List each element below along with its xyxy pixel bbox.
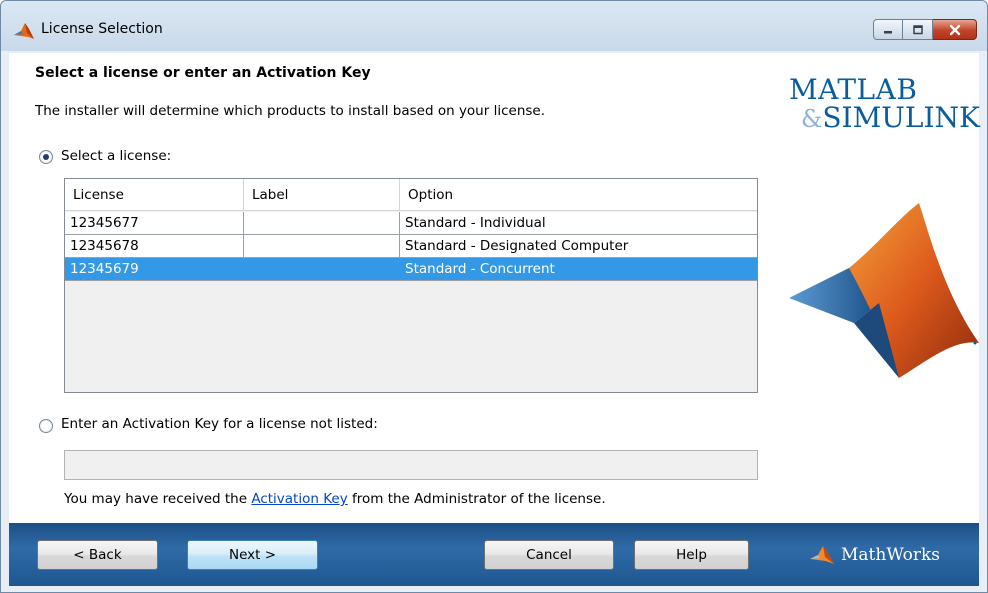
label-cell	[244, 258, 400, 280]
license-cell: 12345679	[65, 258, 244, 280]
radio-selected-dot	[43, 154, 49, 160]
minimize-button[interactable]	[873, 19, 903, 40]
option-cell: Standard - Designated Computer	[405, 238, 629, 254]
select-license-radio[interactable]	[39, 150, 53, 164]
close-button[interactable]	[933, 19, 977, 40]
license-selection-window: License Selection Select a license or en…	[0, 0, 988, 593]
column-header-option[interactable]: Option	[400, 179, 757, 211]
cancel-button[interactable]: Cancel	[484, 540, 614, 570]
table-row[interactable]: 12345677 Standard - Individual	[65, 212, 757, 235]
license-table[interactable]: License Label Option 12345677 Standard -…	[64, 178, 758, 393]
table-row-selected[interactable]: 12345679 Standard - Concurrent	[65, 258, 757, 281]
title-bar[interactable]: License Selection	[1, 1, 987, 51]
activation-key-radio[interactable]	[39, 419, 53, 433]
note-text-after: from the Administrator of the license.	[351, 491, 606, 507]
minimize-icon	[884, 30, 892, 33]
column-header-license[interactable]: License	[65, 179, 244, 211]
select-license-label[interactable]: Select a license:	[61, 148, 171, 164]
maximize-icon	[912, 24, 923, 34]
option-cell: Standard - Concurrent	[405, 261, 555, 277]
label-cell	[244, 212, 400, 234]
button-bar: < Back Next > Cancel Help MathWorks	[9, 523, 979, 586]
activation-key-label[interactable]: Enter an Activation Key for a license no…	[61, 416, 378, 432]
table-row[interactable]: 12345678 Standard - Designated Computer	[65, 235, 757, 258]
window-title: License Selection	[41, 21, 163, 37]
page-heading: Select a license or enter an Activation …	[35, 65, 371, 81]
matlab-logo-icon	[14, 23, 34, 39]
logo-simulink-text: SIMULINK	[822, 101, 980, 134]
window-controls	[873, 19, 977, 41]
back-button[interactable]: < Back	[37, 540, 158, 570]
logo-ampersand: &	[801, 105, 823, 133]
maximize-button[interactable]	[903, 19, 933, 40]
mathworks-membrane-icon	[810, 546, 834, 564]
logo-simulink-line: &SIMULINK	[789, 104, 980, 133]
license-cell: 12345678	[65, 235, 244, 257]
activation-key-note: You may have received the Activation Key…	[64, 491, 606, 507]
option-cell: Standard - Individual	[405, 215, 546, 231]
column-header-label[interactable]: Label	[244, 179, 400, 211]
table-header: License Label Option	[65, 179, 757, 211]
close-icon	[949, 24, 960, 35]
matlab-membrane-logo-icon	[789, 203, 979, 378]
page-description: The installer will determine which produ…	[35, 103, 546, 119]
note-text-before: You may have received the	[64, 491, 248, 507]
activation-key-input[interactable]	[64, 450, 758, 480]
mathworks-brand-text: MathWorks	[841, 545, 941, 565]
license-cell: 12345677	[65, 212, 244, 234]
next-button[interactable]: Next >	[187, 540, 318, 570]
mathworks-logo: MathWorks	[809, 540, 940, 570]
label-cell	[244, 235, 400, 257]
matlab-simulink-logo: MATLAB &SIMULINK	[789, 75, 980, 133]
content-panel: Select a license or enter an Activation …	[9, 53, 980, 523]
activation-key-link[interactable]: Activation Key	[251, 491, 347, 507]
help-button[interactable]: Help	[634, 540, 749, 570]
